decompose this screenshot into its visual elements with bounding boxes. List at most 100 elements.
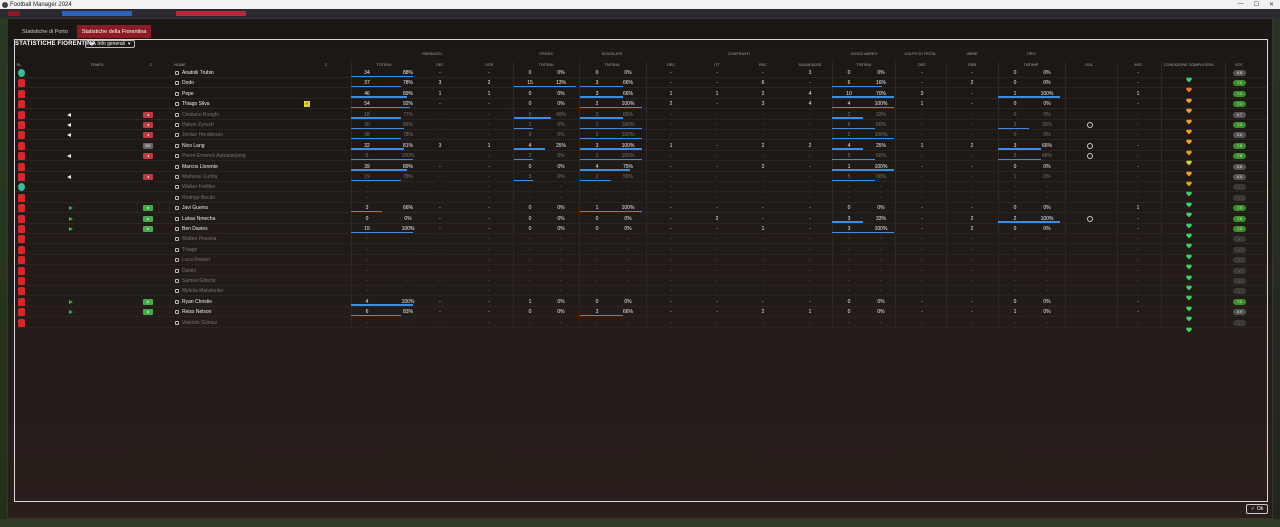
table-row[interactable]: Anatolii Trubin 34 88% - -0 0% 0 0% - - -3 0 0% - -0 0%…	[15, 68, 1267, 83]
group-header-colpo-testa[interactable]: COLPO DI TESTA	[904, 52, 935, 56]
table-row[interactable]: ◂ Matheus Cunha 19 78% - -5 0% 2 50% - - - -5 60% - -1 0…	[15, 172, 1267, 187]
table-row[interactable]: Thiago - - - - - - - - - - - - - - - - - - - -	[15, 245, 1267, 260]
maximize-button[interactable]: ☐	[1254, 1, 1259, 8]
player-profile-icon[interactable]	[175, 164, 179, 169]
player-profile-icon[interactable]	[175, 143, 179, 148]
column-header-pass-dec[interactable]: DEC	[436, 63, 444, 67]
ok-button[interactable]: ✓ Ok	[1246, 504, 1268, 514]
column-header-varie-drib[interactable]: DRB	[968, 63, 976, 67]
player-name[interactable]: Matheus Cunha	[182, 172, 217, 182]
table-row[interactable]: Walker Ferilles - - - - - - - - - - - - - - - - - - - -	[15, 182, 1267, 197]
player-name[interactable]: Pepe	[182, 89, 194, 99]
table-row[interactable]: ▸ Ryan Christie 4 100% - -1 0% 0 0% - - - -0 0% - -0 0% -…	[15, 297, 1267, 312]
column-header-cont-dec[interactable]: DEC	[667, 63, 675, 67]
column-header-pass-tot[interactable]: TOT/RIU	[376, 63, 391, 67]
column-header-cross-tot[interactable]: TNT/RIU	[539, 63, 554, 67]
column-header-testa-dec[interactable]: DEC	[918, 63, 926, 67]
table-row[interactable]: ◂ Hakon Zynsch 30 86% - -2 0% 1 100% - - - -6 50% - -3 3…	[15, 120, 1267, 135]
player-name[interactable]: Dodo	[182, 78, 194, 88]
table-row[interactable]: ▸ Javi Guerra 3 66% - -0 0% 1 100% - - - -0 0% - -0 0% 1 7…	[15, 203, 1267, 218]
player-profile-icon[interactable]	[175, 227, 179, 231]
column-header-tempo[interactable]: TEMPO	[90, 63, 104, 67]
player-name[interactable]: Ben Davies	[182, 224, 208, 234]
column-header-cont-itt[interactable]: ITT	[714, 63, 720, 67]
player-profile-icon[interactable]	[175, 299, 179, 304]
player-name[interactable]: Javi Guerra	[182, 203, 208, 213]
tab-porto-stats[interactable]: Statistiche di Porto	[17, 25, 73, 38]
player-profile-icon[interactable]	[175, 258, 179, 263]
column-header-c2[interactable]: C	[325, 63, 328, 67]
player-name[interactable]: Valentin Gómez	[182, 318, 217, 328]
group-header-gioco-aereo[interactable]: GIOCO AEREO	[851, 52, 878, 56]
player-name[interactable]: Pierre-Emerick Aubameyang	[182, 151, 246, 161]
view-selector-button[interactable]: ◉ Info generali ▾	[85, 40, 136, 48]
column-header-condizione[interactable]: CONDIZIONE COMPLESSIV...	[1164, 63, 1216, 67]
table-row[interactable]: SC Nico Lang 32 81% 3 1 4 25% 3 100% 1-2 2 4 25% 1 2 3 66…	[15, 141, 1267, 156]
player-name[interactable]: Mykola Matviienko	[182, 286, 223, 296]
player-name[interactable]: Luca Ranieri	[182, 255, 210, 265]
player-name[interactable]: Nico Lang	[182, 141, 205, 151]
column-header-gol[interactable]: GOL	[1085, 63, 1093, 67]
group-header-scivolate[interactable]: SCIVOLATE	[601, 52, 622, 56]
table-row[interactable]: Pepe 46 89% 1 1 0 0% 3 66% 1 1 2 4 10 70% 3-1 100% 1 7.2	[15, 89, 1267, 104]
player-name[interactable]: Cristiano Biraghi	[182, 110, 219, 120]
player-name[interactable]: Reiss Nelson	[182, 307, 211, 317]
player-name[interactable]: Lukas Nmecha	[182, 214, 215, 224]
player-profile-icon[interactable]	[175, 71, 179, 75]
column-header-voto[interactable]: VOT	[1235, 63, 1243, 67]
player-profile-icon[interactable]	[175, 102, 179, 107]
table-row[interactable]: Samuel Edozie - - - - - - - - - - - - - - - - - - - -	[15, 276, 1267, 291]
close-window-button[interactable]: ✕	[1269, 1, 1274, 8]
table-row[interactable]: ▸ Lukas Nmecha 0 0% - -0 0% 0 0% -2- -3 33% -2 2 100% -…	[15, 214, 1267, 228]
player-profile-icon[interactable]	[175, 216, 179, 221]
table-row[interactable]: Mykola Matviienko - - - - - - - - - - - - - - - - - - - -	[15, 286, 1267, 301]
group-header-passaggi[interactable]: PASSAGGI	[422, 52, 441, 56]
player-name[interactable]: Thiago	[182, 245, 197, 255]
player-profile-icon[interactable]	[175, 112, 179, 117]
minimize-button[interactable]: —	[1238, 1, 1244, 8]
player-profile-icon[interactable]	[175, 237, 179, 242]
player-profile-icon[interactable]	[175, 185, 179, 190]
column-header-sciv-tot[interactable]: TNT/RIU	[605, 63, 620, 67]
player-name[interactable]: Danilo	[182, 266, 196, 276]
table-row[interactable]: ◂ Jordan Henderson 38 78% - -0 0% 2 100% - - - -2 100…	[15, 130, 1267, 145]
group-header-tiro[interactable]: TIRO	[1026, 52, 1035, 56]
player-profile-icon[interactable]	[175, 247, 179, 252]
player-profile-icon[interactable]	[175, 289, 179, 294]
player-profile-icon[interactable]	[175, 175, 179, 179]
table-row[interactable]: Rodrigo Becão - - - - - - - - - - - - - - - - - - - -	[15, 193, 1267, 208]
table-row[interactable]: ◂ Pierre-Emerick Aubameyang 6 100% - -2 0% 1 100…	[15, 151, 1267, 166]
player-profile-icon[interactable]	[175, 310, 179, 315]
player-name[interactable]: Marcos Llorente	[182, 162, 218, 172]
group-header-cross[interactable]: CROSS	[539, 52, 553, 56]
player-profile-icon[interactable]	[175, 123, 179, 127]
table-row[interactable]: Marcos Llorente 39 89% - -0 0% 4 75% - -2-1 100% - -…	[15, 162, 1267, 176]
player-name[interactable]: Rodrigo Becão	[182, 193, 215, 203]
tab-fiorentina-stats[interactable]: Statistiche della Fiorentina	[76, 25, 152, 38]
player-name[interactable]: Jordan Henderson	[182, 130, 223, 140]
player-profile-icon[interactable]	[175, 91, 179, 96]
table-row[interactable]: Thiago Silva Y 54 92% - -0 0% 2 100% 2-3 4 4 100% 1-0…	[15, 99, 1267, 114]
player-profile-icon[interactable]	[175, 154, 179, 159]
player-profile-icon[interactable]	[175, 81, 179, 86]
table-row[interactable]: Luca Ranieri - - - - - - - - - - - - - - - - - - - -	[15, 255, 1267, 270]
table-row[interactable]: Danilo - - - - - - - - - - - - - - - - - - - -	[15, 266, 1267, 280]
table-row[interactable]: ▸ Reiss Nelson 6 83% - -0 0% 3 66% - -2 1 0 0% - -1 0% -6…	[15, 307, 1267, 322]
player-name[interactable]: Hakon Zynsch	[182, 120, 214, 130]
player-name[interactable]: Ryan Christie	[182, 297, 212, 307]
column-header-ass[interactable]: ASS	[1134, 63, 1142, 67]
table-row[interactable]: Dodo 37 78% 3 2 15 13% 3 66% - -6-6 16% -2 0 0% -7.0	[15, 78, 1267, 93]
group-header-contrasti[interactable]: CONTRASTI	[728, 52, 750, 56]
column-header-pass-occ[interactable]: OCR	[485, 63, 493, 67]
column-header-cont-rec[interactable]: REC	[759, 63, 767, 67]
player-profile-icon[interactable]	[175, 268, 179, 273]
column-header-nome[interactable]: NOME	[174, 63, 185, 67]
table-row[interactable]: ▸ Ben Davies 15 100% - -0 0% 0 0% - -1-3 100% -2 0 0% -…	[15, 224, 1267, 239]
column-header-cont-salv[interactable]: SALVATAGGI	[799, 63, 822, 67]
player-profile-icon[interactable]	[175, 133, 179, 138]
player-name[interactable]: Anatolii Trubin	[182, 68, 214, 78]
group-header-varie[interactable]: VARIE	[966, 52, 977, 56]
player-name[interactable]: Matteo Pessina	[182, 234, 216, 244]
player-profile-icon[interactable]	[175, 206, 179, 211]
table-row[interactable]: Valentin Gómez - - - - - - - - - - - - - - - - - - - -	[15, 318, 1267, 332]
